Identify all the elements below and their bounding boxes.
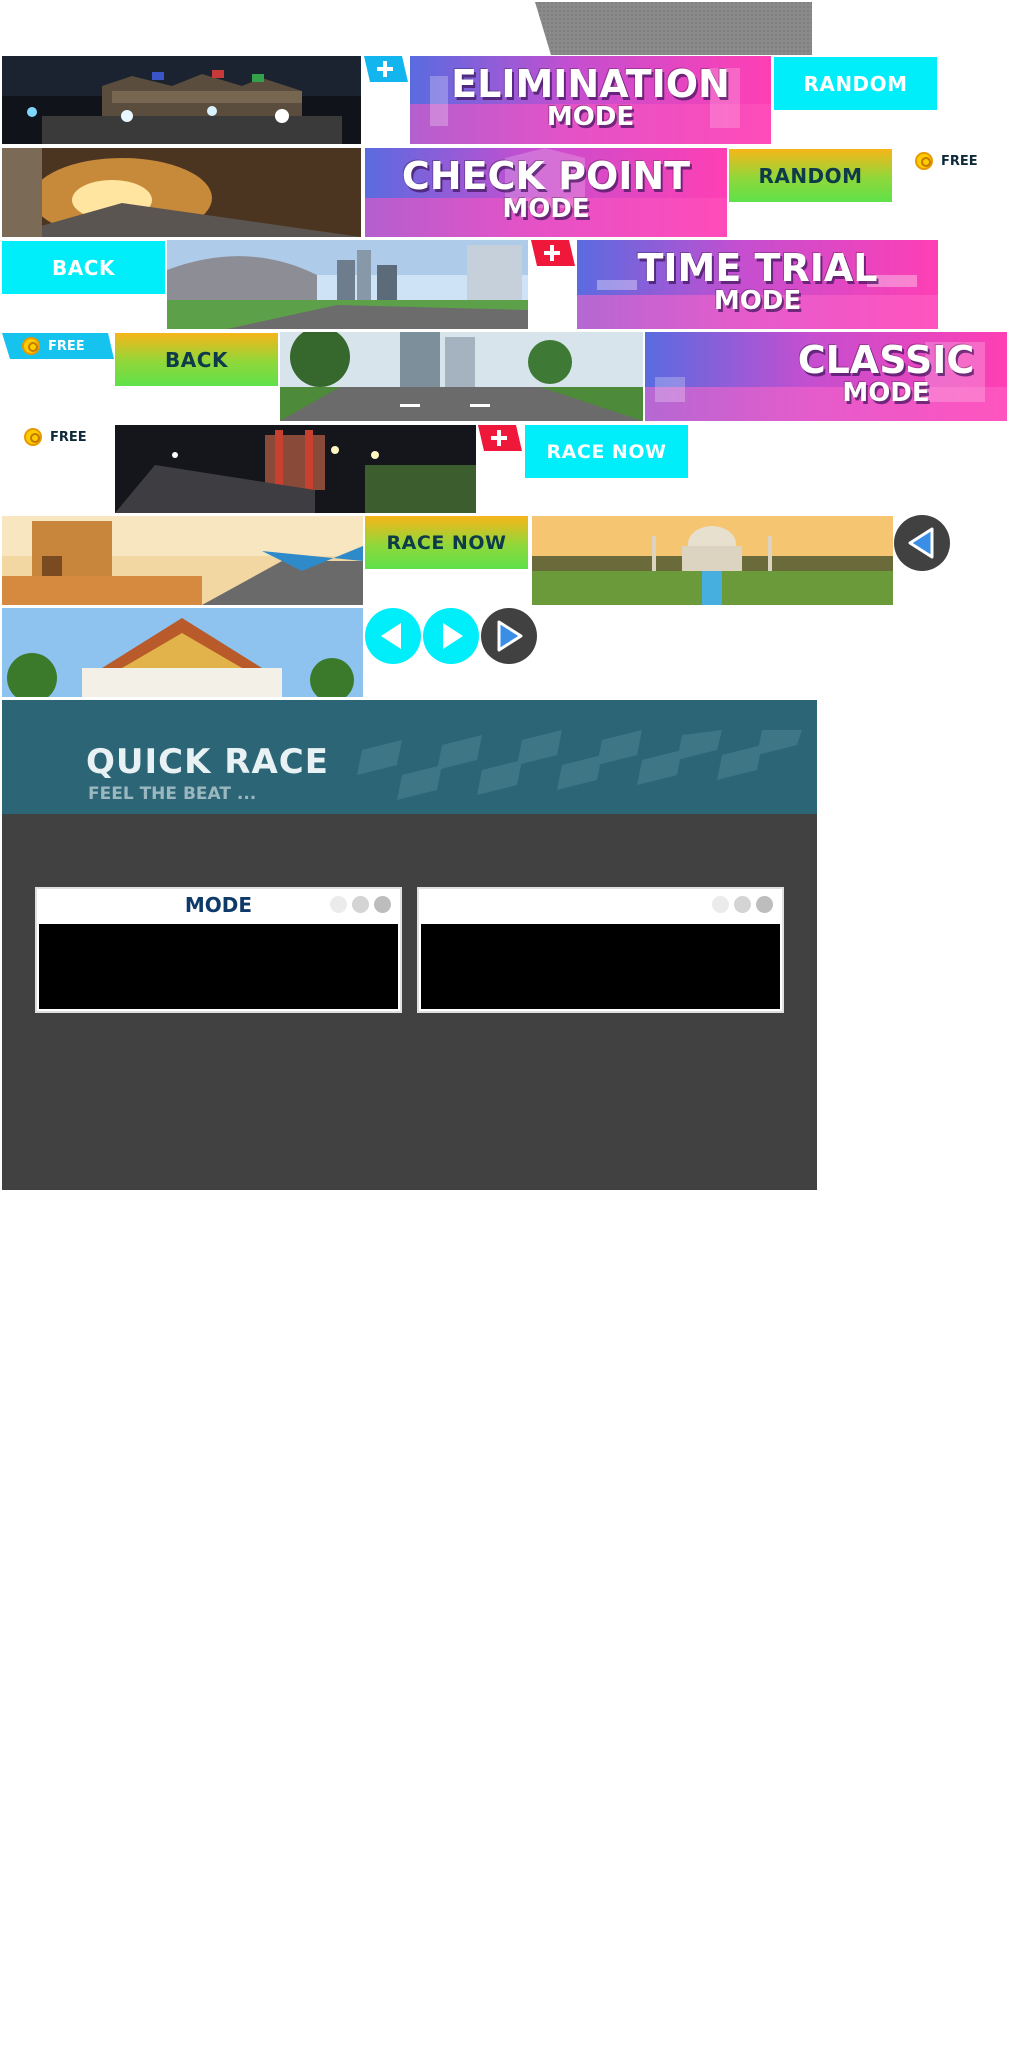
free-label: FREE xyxy=(941,153,978,169)
banner-subtitle: MODE xyxy=(713,286,802,316)
free-badge-plain: FREE xyxy=(24,428,87,446)
coin-icon xyxy=(915,152,933,170)
arrow-left-button-dark[interactable] xyxy=(894,515,950,571)
track-thumbnail-city-park[interactable] xyxy=(280,332,643,421)
coin-icon xyxy=(24,428,42,446)
banner-title: CHECK POINT xyxy=(401,154,691,198)
track-thumbnail-desert[interactable] xyxy=(2,516,363,605)
plus-icon[interactable] xyxy=(364,56,408,82)
race-now-button-alt[interactable]: RACE NOW xyxy=(365,516,528,569)
random-button-alt[interactable]: RANDOM xyxy=(729,149,892,202)
track-panel[interactable] xyxy=(417,887,784,1013)
time-trial-mode-button[interactable]: TIME TRIAL MODE xyxy=(577,240,938,329)
free-badge: FREE xyxy=(915,152,978,170)
track-thumbnail-tunnel[interactable] xyxy=(2,148,361,237)
checkpoint-mode-button[interactable]: CHECK POINT MODE xyxy=(365,148,727,237)
arrow-right-button-dark[interactable] xyxy=(481,608,537,664)
classic-mode-button[interactable]: CLASSIC MODE xyxy=(645,332,1007,421)
arrow-left-button[interactable] xyxy=(365,608,421,664)
arrow-right-icon xyxy=(443,623,463,649)
track-panel-content[interactable] xyxy=(421,924,780,1009)
arrow-right-button[interactable] xyxy=(423,608,479,664)
back-button[interactable]: BACK xyxy=(2,241,165,294)
pager-dot-3[interactable] xyxy=(756,896,773,913)
arrow-left-icon xyxy=(908,527,934,559)
pager-dot-2[interactable] xyxy=(734,896,751,913)
free-label: FREE xyxy=(48,338,85,354)
random-button[interactable]: RANDOM xyxy=(774,57,937,110)
track-thumbnail-taj-mahal[interactable] xyxy=(532,516,893,605)
banner-subtitle: MODE xyxy=(502,194,590,224)
elimination-mode-button[interactable]: ELIMINATION MODE xyxy=(410,56,771,144)
plus-icon-red-2[interactable] xyxy=(478,425,522,451)
pager-dot-1[interactable] xyxy=(330,896,347,913)
track-thumbnail-thai-palace[interactable] xyxy=(2,608,363,697)
track-thumbnail-night-temple[interactable] xyxy=(115,425,476,513)
banner-title: TIME TRIAL xyxy=(637,246,878,290)
arrow-left-icon xyxy=(381,623,401,649)
pager-dot-2[interactable] xyxy=(352,896,369,913)
quick-race-header: QUICK RACE FEEL THE BEAT ... xyxy=(2,700,817,814)
pager-dot-1[interactable] xyxy=(712,896,729,913)
track-thumbnail-great-wall[interactable] xyxy=(2,56,361,144)
banner-subtitle: MODE xyxy=(842,378,930,408)
page-title: QUICK RACE xyxy=(86,742,329,782)
banner-title: ELIMINATION xyxy=(451,62,730,106)
mode-panel-content[interactable] xyxy=(39,924,398,1009)
header-slanted-bar xyxy=(535,2,812,55)
track-thumbnail-stadium[interactable] xyxy=(167,240,528,329)
checkered-flag-decoration xyxy=(357,730,802,800)
page-subtitle: FEEL THE BEAT ... xyxy=(88,784,257,804)
banner-title: CLASSIC xyxy=(797,338,975,382)
coin-icon xyxy=(22,337,40,355)
plus-icon-red[interactable] xyxy=(531,240,575,266)
mode-panel[interactable]: MODE xyxy=(35,887,402,1013)
arrow-right-icon xyxy=(497,620,523,652)
back-button-alt[interactable]: BACK xyxy=(115,333,278,386)
quick-race-screen: QUICK RACE FEEL THE BEAT ... MODE xyxy=(2,700,817,1190)
pager-dot-3[interactable] xyxy=(374,896,391,913)
banner-subtitle: MODE xyxy=(546,102,635,132)
free-label: FREE xyxy=(50,429,87,445)
race-now-button[interactable]: RACE NOW xyxy=(525,425,688,478)
free-badge-blue: FREE xyxy=(22,337,85,355)
